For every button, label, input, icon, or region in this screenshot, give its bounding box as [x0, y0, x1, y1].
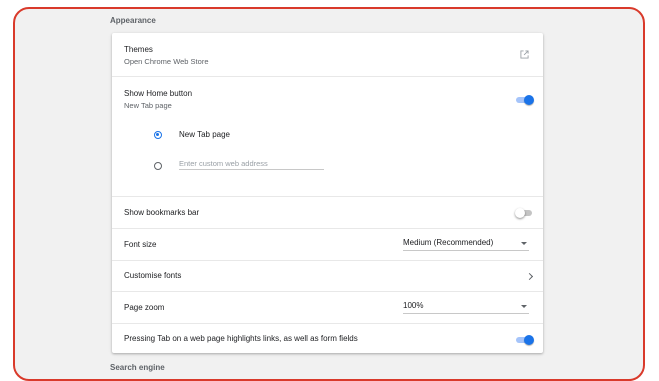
page-zoom-label: Page zoom: [124, 303, 165, 312]
page-zoom-select[interactable]: 100%: [403, 301, 529, 314]
font-size-value: Medium (Recommended): [403, 238, 494, 247]
custom-web-address-input[interactable]: [179, 158, 324, 170]
themes-sublabel: Open Chrome Web Store: [124, 57, 209, 66]
tab-highlight-row[interactable]: Pressing Tab on a web page highlights li…: [112, 324, 543, 353]
radio-new-tab-page[interactable]: [154, 131, 162, 139]
home-button-label: Show Home button: [124, 89, 193, 98]
chevron-down-icon: [521, 305, 527, 308]
appearance-section-title: Appearance: [110, 16, 156, 25]
chevron-down-icon: [521, 242, 527, 245]
tab-highlight-toggle[interactable]: [516, 335, 534, 345]
toggle-knob: [524, 95, 534, 105]
radio-new-tab-page-label: New Tab page: [179, 130, 230, 139]
bookmarks-bar-row[interactable]: Show bookmarks bar: [112, 197, 543, 229]
themes-label: Themes: [124, 45, 153, 54]
font-size-label: Font size: [124, 240, 157, 249]
toggle-knob: [524, 335, 534, 345]
customise-fonts-label: Customise fonts: [124, 271, 182, 280]
bookmarks-bar-label: Show bookmarks bar: [124, 208, 200, 217]
bookmarks-bar-toggle[interactable]: [515, 208, 532, 218]
toggle-knob: [515, 208, 525, 218]
home-button-row: Show Home button New Tab page New Tab pa…: [112, 77, 543, 197]
themes-row[interactable]: Themes Open Chrome Web Store: [112, 33, 543, 77]
search-engine-section-title: Search engine: [110, 363, 165, 372]
appearance-card: Themes Open Chrome Web Store Show Home b…: [112, 33, 543, 353]
font-size-select[interactable]: Medium (Recommended): [403, 238, 529, 251]
customise-fonts-row[interactable]: Customise fonts: [112, 261, 543, 292]
open-in-new-icon[interactable]: [520, 50, 529, 59]
tab-highlight-label: Pressing Tab on a web page highlights li…: [124, 334, 358, 343]
page-zoom-row: Page zoom 100%: [112, 292, 543, 324]
chevron-right-icon: [525, 272, 534, 281]
home-button-toggle[interactable]: [516, 95, 534, 105]
settings-page: Appearance Themes Open Chrome Web Store …: [13, 7, 645, 381]
home-button-sublabel: New Tab page: [124, 101, 172, 110]
page-zoom-value: 100%: [403, 301, 424, 310]
radio-custom-address[interactable]: [154, 162, 162, 170]
font-size-row: Font size Medium (Recommended): [112, 229, 543, 261]
